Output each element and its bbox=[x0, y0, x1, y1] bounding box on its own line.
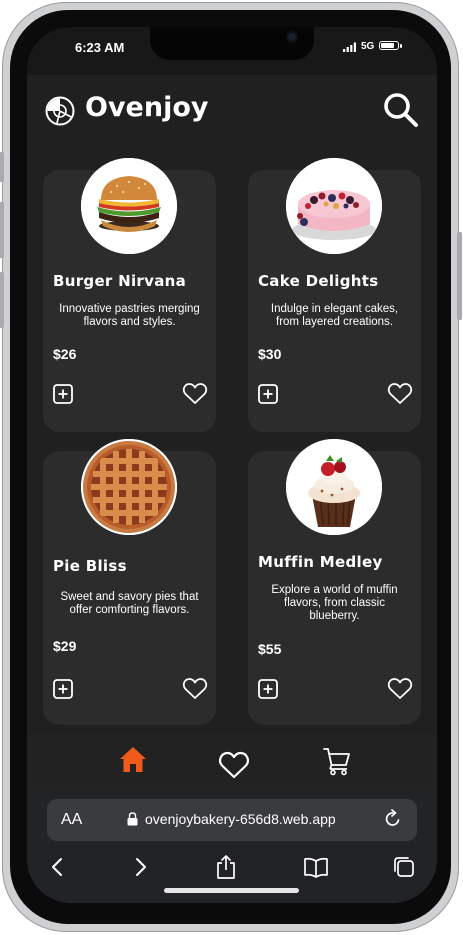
product-card[interactable]: Pie Bliss Sweet and savory pies that off… bbox=[43, 439, 216, 725]
bookmarks-icon[interactable] bbox=[303, 854, 329, 880]
heart-icon[interactable] bbox=[218, 749, 250, 781]
volume-down-button bbox=[0, 272, 4, 328]
product-card[interactable]: Cake Delights Indulge in elegant cakes, … bbox=[248, 158, 421, 432]
add-to-cart-icon[interactable] bbox=[52, 383, 74, 405]
browser-chrome: AA ovenjoybakery-656d8.web.app bbox=[27, 790, 437, 903]
brand-title: Ovenjoy bbox=[85, 92, 209, 123]
forward-icon[interactable] bbox=[127, 854, 153, 880]
muffin-image bbox=[286, 439, 382, 535]
screen: 6:23 AM 5G Ovenjoy Burger Nirvana Innova… bbox=[27, 27, 437, 903]
card-title: Muffin Medley bbox=[258, 553, 383, 571]
home-indicator bbox=[164, 888, 299, 893]
card-price: $55 bbox=[258, 641, 282, 657]
text-size-button[interactable]: AA bbox=[61, 811, 82, 829]
favorite-icon[interactable] bbox=[387, 677, 413, 701]
card-description: Innovative pastries merging flavors and … bbox=[59, 303, 200, 328]
cart-icon[interactable] bbox=[322, 746, 352, 776]
pie-image bbox=[81, 439, 177, 535]
card-title: Pie Bliss bbox=[53, 557, 127, 575]
tabs-icon[interactable] bbox=[391, 854, 417, 880]
add-to-cart-icon[interactable] bbox=[257, 383, 279, 405]
battery-icon bbox=[379, 41, 402, 50]
signal-icon bbox=[343, 42, 356, 52]
card-title: Cake Delights bbox=[258, 272, 379, 290]
back-icon[interactable] bbox=[45, 854, 71, 880]
favorite-icon[interactable] bbox=[182, 382, 208, 406]
lock-icon bbox=[127, 812, 138, 826]
add-to-cart-icon[interactable] bbox=[52, 678, 74, 700]
share-icon[interactable] bbox=[213, 854, 239, 880]
logo-icon bbox=[45, 96, 75, 126]
status-bar: 6:23 AM 5G bbox=[27, 27, 437, 75]
cake-image bbox=[286, 158, 382, 254]
product-card[interactable]: Muffin Medley Explore a world of muffin … bbox=[248, 439, 421, 725]
burger-image bbox=[81, 158, 177, 254]
favorite-icon[interactable] bbox=[182, 677, 208, 701]
bottom-nav bbox=[27, 734, 437, 790]
silent-switch bbox=[0, 152, 4, 182]
card-price: $30 bbox=[258, 346, 282, 362]
network-label: 5G bbox=[361, 41, 375, 52]
favorite-icon[interactable] bbox=[387, 382, 413, 406]
add-to-cart-icon[interactable] bbox=[257, 678, 279, 700]
card-price: $26 bbox=[53, 346, 77, 362]
home-icon[interactable] bbox=[117, 744, 149, 776]
app-header: Ovenjoy bbox=[27, 75, 437, 155]
text-size-label: AA bbox=[61, 811, 83, 828]
card-description: Explore a world of muffin flavors, from … bbox=[271, 584, 398, 622]
notch bbox=[150, 27, 314, 60]
url-text: ovenjoybakery-656d8.web.app bbox=[145, 811, 336, 827]
product-card[interactable]: Burger Nirvana Innovative pastries mergi… bbox=[43, 158, 216, 432]
card-title: Burger Nirvana bbox=[53, 272, 187, 290]
card-description: Sweet and savory pies that offer comfort… bbox=[60, 591, 199, 616]
power-button bbox=[457, 232, 462, 320]
reload-icon[interactable] bbox=[383, 809, 403, 829]
front-camera bbox=[286, 31, 298, 43]
search-icon[interactable] bbox=[382, 91, 420, 129]
volume-up-button bbox=[0, 202, 4, 258]
card-price: $29 bbox=[53, 638, 77, 654]
card-description: Indulge in elegant cakes, from layered c… bbox=[270, 303, 399, 328]
status-time: 6:23 AM bbox=[75, 40, 125, 55]
address-bar[interactable]: AA ovenjoybakery-656d8.web.app bbox=[47, 799, 417, 841]
